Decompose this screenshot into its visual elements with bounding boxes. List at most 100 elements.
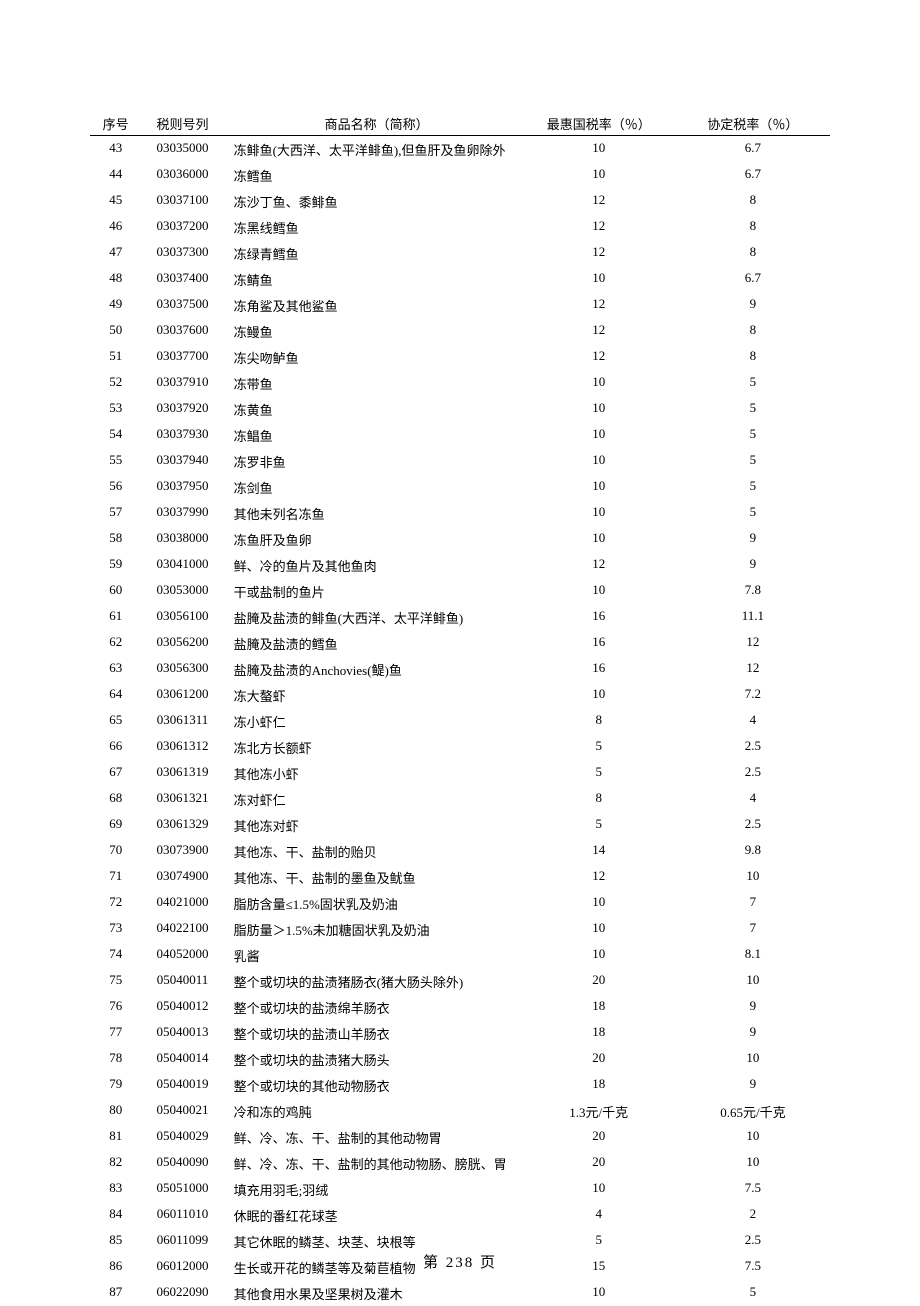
cell-code: 03037500: [141, 292, 223, 318]
cell-code: 03053000: [141, 578, 223, 604]
cell-mfn: 20: [522, 1046, 676, 1072]
table-row: 4403036000冻鳕鱼106.7: [90, 162, 830, 188]
cell-seq: 84: [90, 1202, 141, 1228]
cell-mfn: 10: [522, 474, 676, 500]
cell-agr: 8: [676, 240, 830, 266]
cell-name: 整个或切块的盐渍猪大肠头: [224, 1046, 522, 1072]
cell-agr: 7: [676, 890, 830, 916]
cell-name: 冻鳗鱼: [224, 318, 522, 344]
cell-seq: 83: [90, 1176, 141, 1202]
cell-code: 03038000: [141, 526, 223, 552]
cell-code: 05040012: [141, 994, 223, 1020]
cell-mfn: 12: [522, 864, 676, 890]
cell-name: 冻黑线鳕鱼: [224, 214, 522, 240]
cell-code: 03061329: [141, 812, 223, 838]
cell-seq: 82: [90, 1150, 141, 1176]
table-row: 6303056300盐腌及盐渍的Anchovies(鳀)鱼1612: [90, 656, 830, 682]
cell-name: 其他冻小虾: [224, 760, 522, 786]
cell-name: 整个或切块的盐渍猪肠衣(猪大肠头除外): [224, 968, 522, 994]
cell-code: 03037200: [141, 214, 223, 240]
cell-agr: 0.65元/千克: [676, 1098, 830, 1124]
cell-name: 冻黄鱼: [224, 396, 522, 422]
table-row: 4303035000冻鲱鱼(大西洋、太平洋鲱鱼),但鱼肝及鱼卵除外106.7: [90, 136, 830, 163]
cell-mfn: 20: [522, 968, 676, 994]
cell-mfn: 12: [522, 240, 676, 266]
table-row: 6203056200盐腌及盐渍的鳕鱼1612: [90, 630, 830, 656]
cell-mfn: 12: [522, 552, 676, 578]
table-row: 7204021000脂肪含量≤1.5%固状乳及奶油107: [90, 890, 830, 916]
cell-seq: 49: [90, 292, 141, 318]
table-row: 5203037910冻带鱼105: [90, 370, 830, 396]
cell-seq: 53: [90, 396, 141, 422]
table-row: 5503037940冻罗非鱼105: [90, 448, 830, 474]
cell-agr: 7.2: [676, 682, 830, 708]
cell-seq: 71: [90, 864, 141, 890]
cell-name: 冻鱼肝及鱼卵: [224, 526, 522, 552]
table-row: 5003037600冻鳗鱼128: [90, 318, 830, 344]
cell-mfn: 10: [522, 1280, 676, 1306]
cell-agr: 10: [676, 1124, 830, 1150]
cell-code: 03037600: [141, 318, 223, 344]
cell-name: 冻角鲨及其他鲨鱼: [224, 292, 522, 318]
cell-seq: 46: [90, 214, 141, 240]
cell-seq: 56: [90, 474, 141, 500]
cell-code: 04021000: [141, 890, 223, 916]
cell-code: 05040014: [141, 1046, 223, 1072]
cell-agr: 8: [676, 214, 830, 240]
cell-seq: 69: [90, 812, 141, 838]
table-row: 6803061321冻对虾仁84: [90, 786, 830, 812]
cell-code: 03037940: [141, 448, 223, 474]
table-row: 7103074900其他冻、干、盐制的墨鱼及鱿鱼1210: [90, 864, 830, 890]
cell-seq: 61: [90, 604, 141, 630]
cell-mfn: 8: [522, 786, 676, 812]
cell-code: 03041000: [141, 552, 223, 578]
cell-name: 冻鲭鱼: [224, 266, 522, 292]
cell-seq: 50: [90, 318, 141, 344]
table-row: 6003053000干或盐制的鱼片107.8: [90, 578, 830, 604]
cell-code: 06011010: [141, 1202, 223, 1228]
cell-mfn: 10: [522, 162, 676, 188]
cell-mfn: 10: [522, 682, 676, 708]
cell-name: 其他食用水果及坚果树及灌木: [224, 1280, 522, 1306]
cell-mfn: 16: [522, 604, 676, 630]
cell-seq: 60: [90, 578, 141, 604]
table-row: 8305051000填充用羽毛;羽绒107.5: [90, 1176, 830, 1202]
cell-agr: 4: [676, 786, 830, 812]
cell-name: 冻沙丁鱼、黍鲱鱼: [224, 188, 522, 214]
cell-name: 鲜、冷的鱼片及其他鱼肉: [224, 552, 522, 578]
cell-agr: 10: [676, 1150, 830, 1176]
cell-agr: 9: [676, 526, 830, 552]
cell-name: 冷和冻的鸡肫: [224, 1098, 522, 1124]
table-row: 4803037400冻鲭鱼106.7: [90, 266, 830, 292]
header-name: 商品名称（简称）: [224, 110, 522, 136]
cell-code: 03056300: [141, 656, 223, 682]
table-row: 8205040090鲜、冷、冻、干、盐制的其他动物肠、膀胱、胃2010: [90, 1150, 830, 1176]
cell-agr: 9: [676, 994, 830, 1020]
cell-name: 其他未列名冻鱼: [224, 500, 522, 526]
document-page: 序号 税则号列 商品名称（简称） 最惠国税率（％） 协定税率（％） 430303…: [0, 0, 920, 1302]
cell-seq: 74: [90, 942, 141, 968]
cell-agr: 12: [676, 656, 830, 682]
table-row: 7404052000乳酱108.1: [90, 942, 830, 968]
cell-seq: 59: [90, 552, 141, 578]
cell-name: 脂肪量＞1.5%未加糖固状乳及奶油: [224, 916, 522, 942]
cell-seq: 55: [90, 448, 141, 474]
cell-code: 05051000: [141, 1176, 223, 1202]
table-row: 7003073900其他冻、干、盐制的贻贝149.8: [90, 838, 830, 864]
cell-code: 03037700: [141, 344, 223, 370]
cell-agr: 9: [676, 1072, 830, 1098]
cell-seq: 44: [90, 162, 141, 188]
table-row: 4703037300冻绿青鳕鱼128: [90, 240, 830, 266]
cell-seq: 77: [90, 1020, 141, 1046]
cell-name: 冻北方长额虾: [224, 734, 522, 760]
cell-name: 填充用羽毛;羽绒: [224, 1176, 522, 1202]
cell-mfn: 5: [522, 812, 676, 838]
cell-agr: 8: [676, 344, 830, 370]
table-row: 7705040013整个或切块的盐渍山羊肠衣189: [90, 1020, 830, 1046]
cell-seq: 43: [90, 136, 141, 163]
cell-seq: 48: [90, 266, 141, 292]
table-row: 5603037950冻剑鱼105: [90, 474, 830, 500]
cell-code: 03037100: [141, 188, 223, 214]
table-row: 5903041000鲜、冷的鱼片及其他鱼肉129: [90, 552, 830, 578]
cell-mfn: 16: [522, 656, 676, 682]
